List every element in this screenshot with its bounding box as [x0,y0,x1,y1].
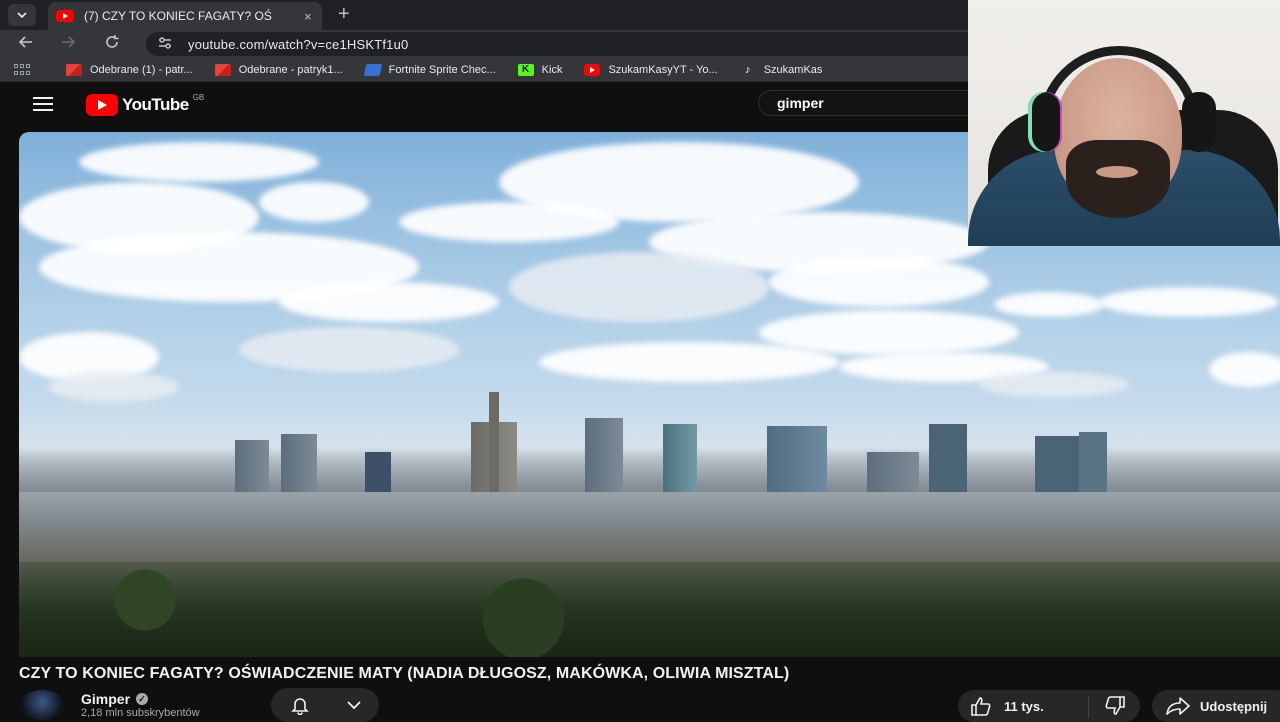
tab-title: (7) CZY TO KONIEC FAGATY? OŚ [84,9,272,23]
share-arrow-icon [1166,697,1190,715]
webcam-overlay [968,0,1280,246]
gmail-icon [66,63,82,76]
bookmark-tiktok[interactable]: ♪ SzukamKas [740,63,822,76]
youtube-favicon-icon [56,10,74,22]
menu-icon[interactable] [33,97,53,111]
like-count: 11 tys. [1004,698,1044,714]
verified-check-icon: ✓ [136,693,149,705]
bookmark-gmail-1[interactable]: Odebrane (1) - patr... [66,63,193,76]
like-dislike-bar: 11 tys. [958,690,1140,722]
tab-search-button[interactable] [8,4,36,26]
channel-name-link[interactable]: Gimper ✓ [81,691,149,707]
thumbs-up-icon [971,697,991,716]
youtube-icon [584,63,601,76]
channel-name: Gimper [81,691,131,707]
browser-tab-active[interactable]: (7) CZY TO KONIEC FAGATY? OŚ × [48,2,322,30]
subscription-notifications-button[interactable] [271,688,379,722]
site-settings-icon[interactable] [158,36,174,52]
bookmark-fortnite[interactable]: Fortnite Sprite Chec... [363,63,496,76]
bookmark-kick[interactable]: K Kick [517,63,562,76]
tab-close-button[interactable]: × [304,9,312,24]
chevron-down-icon [17,12,27,18]
reload-icon[interactable] [104,34,120,56]
channel-avatar[interactable] [19,690,65,720]
share-label: Udostępnij [1200,698,1268,714]
tiktok-icon: ♪ [744,63,751,76]
kick-icon: K [517,63,534,76]
headset-icon [1038,46,1200,146]
thumbs-down-icon [1105,696,1125,715]
fortnite-icon [363,63,382,76]
subscriber-count: 2,18 mln subskrybentów [81,707,200,719]
bookmark-gmail-2[interactable]: Odebrane - patryk1... [214,63,343,76]
new-tab-button[interactable]: + [338,4,350,24]
youtube-logo-text: YouTube [122,95,189,114]
url-text: youtube.com/watch?v=ce1HSKTf1u0 [188,36,409,52]
share-button[interactable]: Udostępnij [1152,690,1280,722]
video-title: CZY TO KONIEC FAGATY? OŚWIADCZENIE MATY … [19,665,790,682]
youtube-logo[interactable]: YouTube GB [86,92,205,116]
channel-row: Gimper ✓ 2,18 mln subskrybentów [19,688,919,722]
search-input[interactable]: gimper [758,90,998,116]
youtube-logo-icon [86,94,118,116]
dislike-button[interactable] [1104,696,1126,721]
region-code: GB [192,92,205,102]
like-button[interactable]: 11 tys. [970,696,1044,716]
back-arrow-icon[interactable] [18,34,34,56]
apps-grid-icon[interactable] [14,63,30,76]
chevron-down-icon [346,701,361,709]
forward-arrow-icon[interactable] [60,34,76,56]
bookmark-youtube[interactable]: SzukamKasyYT - Yo... [584,63,718,76]
bell-icon [290,698,309,715]
gmail-icon [214,63,231,76]
search-query: gimper [777,95,824,111]
